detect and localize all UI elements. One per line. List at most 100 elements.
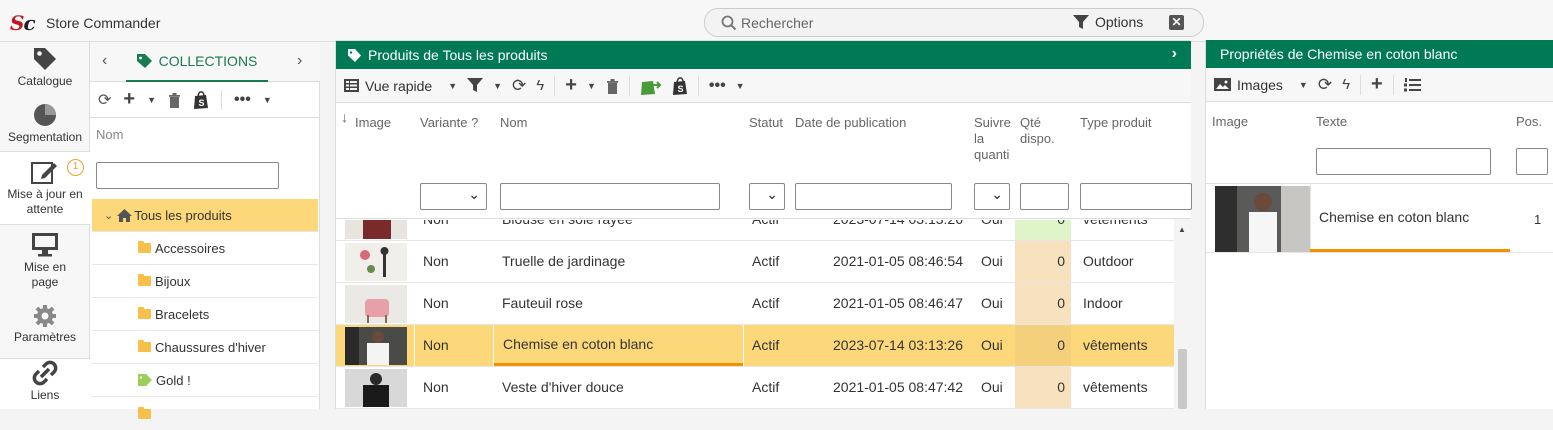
filter-icon[interactable] <box>467 78 484 93</box>
cell-suivre: Oui <box>981 253 1003 269</box>
column-header-statut[interactable]: Statut <box>749 115 783 131</box>
sidebar-item-label: Mise à jour en attente <box>7 187 83 216</box>
options-button[interactable]: Options <box>1073 14 1143 30</box>
column-header-image[interactable]: Image <box>355 115 391 131</box>
search-input[interactable] <box>741 13 1061 33</box>
table-row[interactable]: Non Fauteuil rose Actif 2021-01-05 08:46… <box>336 283 1174 325</box>
collections-toolbar: ⟳ + ▼ S ••• ▼ <box>90 82 320 118</box>
sidebar-item-catalogue[interactable]: Catalogue <box>0 46 90 89</box>
cell-statut: Actif <box>752 253 780 269</box>
column-header-date[interactable]: Date de publication <box>795 115 906 131</box>
chevron-left-icon[interactable]: ‹ <box>102 52 107 70</box>
tree-item-label: Bracelets <box>155 306 210 322</box>
suivre-filter-select[interactable] <box>974 183 1010 210</box>
chevron-down-icon[interactable]: ▼ <box>736 81 745 91</box>
trash-icon[interactable] <box>606 78 619 94</box>
tree-item-label: Accessoires <box>155 240 226 256</box>
chevron-right-icon[interactable]: › <box>297 52 302 70</box>
tree-item[interactable]: Bijoux <box>92 265 318 298</box>
chevron-down-icon[interactable]: ▼ <box>147 95 156 105</box>
chevron-down-icon[interactable]: ▼ <box>493 81 502 91</box>
scroll-up-icon[interactable]: ▲ <box>1178 225 1186 234</box>
add-icon[interactable]: + <box>123 88 135 111</box>
tree-item[interactable]: Bracelets <box>92 298 318 331</box>
image-row[interactable]: Chemise en coton blanc 1 <box>1206 184 1553 253</box>
lightning-icon[interactable]: ϟ <box>536 77 544 94</box>
tree-item-root[interactable]: ⌄ Tous les produits <box>92 199 318 232</box>
table-row[interactable]: Non Blouse en soie rayée Actif 2023-07-1… <box>336 220 1174 241</box>
pos-filter-input[interactable] <box>1516 148 1548 175</box>
link-icon <box>32 360 58 386</box>
ordered-list-icon[interactable] <box>1403 77 1421 92</box>
sidebar-item-label: Paramètres <box>13 330 77 344</box>
sidebar-item-mise-en-page[interactable]: Mise en page <box>0 232 90 290</box>
tree-item[interactable] <box>92 397 318 430</box>
products-title: Produits de Tous les produits <box>368 47 548 63</box>
type-filter-input[interactable] <box>1080 183 1192 210</box>
tree-item[interactable]: Accessoires <box>92 232 318 265</box>
chevron-right-icon[interactable]: › <box>1172 45 1177 63</box>
column-header-qty[interactable]: Qté dispo. <box>1020 115 1060 147</box>
table-row[interactable]: Non Truelle de jardinage Actif 2021-01-0… <box>336 241 1174 283</box>
sidebar-item-segmentation[interactable]: Segmentation <box>0 102 90 145</box>
more-icon[interactable]: ••• <box>234 91 251 109</box>
chevron-down-icon[interactable]: ▼ <box>263 95 272 105</box>
chevron-down-icon[interactable]: ⌄ <box>104 209 113 222</box>
tree-item[interactable]: Gold ! <box>92 364 318 397</box>
qty-filter-input[interactable] <box>1020 183 1069 210</box>
view-selector[interactable]: Vue rapide <box>365 78 432 94</box>
column-header-nom[interactable]: Nom <box>500 115 527 131</box>
view-selector[interactable]: Images <box>1237 77 1283 93</box>
sidebar-item-parametres[interactable]: Paramètres <box>0 304 90 345</box>
svg-text:S: S <box>199 98 205 108</box>
tab-label: COLLECTIONS <box>158 53 258 69</box>
sort-arrow-icon[interactable]: ↓ <box>341 109 348 125</box>
chevron-down-icon[interactable]: ▼ <box>587 81 596 91</box>
cell-statut: Actif <box>752 337 780 353</box>
sidebar-item-label: Catalogue <box>17 74 73 88</box>
cell-statut: Actif <box>752 379 780 395</box>
image-icon <box>1214 78 1231 91</box>
chevron-down-icon[interactable]: ▼ <box>448 81 457 91</box>
table-row-selected[interactable]: Non Chemise en coton blanc Actif 2023-07… <box>336 325 1174 367</box>
refresh-icon[interactable]: ⟳ <box>512 76 526 96</box>
column-header-suivre[interactable]: Suivre la quanti <box>974 115 1014 163</box>
lightning-icon[interactable]: ϟ <box>1342 76 1350 93</box>
column-header-image[interactable]: Image <box>1212 114 1248 130</box>
variante-filter-select[interactable] <box>420 183 487 210</box>
close-icon[interactable]: ✕ <box>1169 15 1184 30</box>
collection-filter-input[interactable] <box>96 162 279 189</box>
toolbar-divider <box>1360 74 1362 95</box>
nom-filter-input[interactable] <box>500 183 720 210</box>
refresh-icon[interactable]: ⟳ <box>98 90 111 110</box>
column-header-variante[interactable]: Variante ? <box>420 115 478 131</box>
refresh-icon[interactable]: ⟳ <box>1318 75 1332 95</box>
sidebar-item-liens[interactable]: Liens <box>0 358 90 409</box>
edit-underline <box>1310 249 1510 252</box>
column-header-texte[interactable]: Texte <box>1316 114 1347 130</box>
trash-icon[interactable] <box>168 92 181 108</box>
statut-filter-select[interactable] <box>749 183 785 210</box>
vertical-scrollbar[interactable]: ▲ <box>1174 219 1190 409</box>
texte-filter-input[interactable] <box>1316 148 1491 175</box>
folder-icon <box>138 274 151 286</box>
cell-date: 2021-01-05 08:46:47 <box>833 295 963 311</box>
tab-collections[interactable]: COLLECTIONS <box>126 42 268 82</box>
cell-nom: Truelle de jardinage <box>502 253 626 269</box>
cell-statut: Actif <box>752 295 780 311</box>
table-row[interactable]: Non Veste d'hiver douce Actif 2021-01-05… <box>336 367 1174 409</box>
tree-item[interactable]: Chaussures d'hiver <box>92 331 318 364</box>
shopify-icon[interactable]: S <box>193 90 209 109</box>
date-filter-input[interactable] <box>795 183 952 210</box>
export-icon[interactable] <box>640 77 662 95</box>
add-icon[interactable]: + <box>1371 73 1383 96</box>
column-header-pos[interactable]: Pos. <box>1516 114 1542 130</box>
column-header-nom: Nom <box>96 127 124 142</box>
cell-nom-editor[interactable]: Chemise en coton blanc <box>493 325 744 366</box>
scrollbar-thumb[interactable] <box>1178 349 1187 409</box>
add-icon[interactable]: + <box>565 74 577 97</box>
more-icon[interactable]: ••• <box>709 77 726 95</box>
column-header-type[interactable]: Type produit <box>1080 115 1152 131</box>
shopify-icon[interactable]: S <box>672 76 688 95</box>
chevron-down-icon[interactable]: ▼ <box>1299 80 1308 90</box>
